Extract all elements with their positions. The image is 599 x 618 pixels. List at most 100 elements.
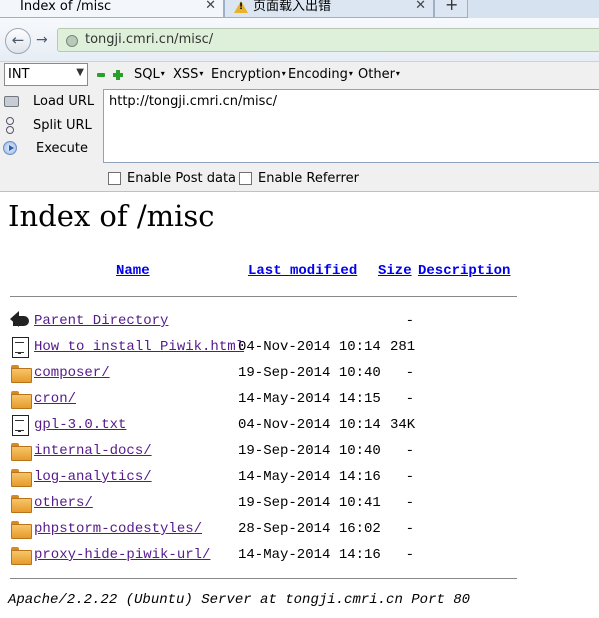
file-size: - [405, 469, 414, 485]
list-item: Parent Directory - [0, 310, 599, 334]
file-link[interactable]: gpl-3.0.txt [34, 417, 126, 433]
caret-down-icon: ▾ [348, 69, 353, 78]
globe-icon [66, 35, 78, 47]
close-tab-icon[interactable]: ✕ [205, 0, 216, 13]
file-size: 281 [390, 339, 416, 355]
list-item: cron/ 14-May-2014 14:15 - [0, 388, 599, 412]
load-url-icon [4, 96, 19, 107]
checkbox-box[interactable] [239, 172, 252, 185]
page-title: Index of /misc [8, 199, 215, 233]
plus-icon: + [445, 0, 459, 14]
xss-menu[interactable]: XSS▾ [173, 67, 203, 82]
caret-down-icon: ▾ [395, 69, 400, 78]
list-item: others/ 19-Sep-2014 10:41 - [0, 492, 599, 516]
file-size: - [405, 365, 414, 381]
caret-down-icon: ▾ [281, 69, 286, 78]
file-size: - [405, 495, 414, 511]
file-link[interactable]: composer/ [34, 365, 110, 381]
tab-index-of-misc[interactable]: Index of /misc ✕ [0, 0, 224, 18]
hackbar-url-textarea[interactable]: http://tongji.cmri.cn/misc/ [103, 89, 599, 163]
file-size: - [405, 521, 414, 537]
file-date: 14-May-2014 14:15 [238, 391, 381, 407]
folder-icon [10, 545, 32, 565]
server-signature: Apache/2.2.22 (Ubuntu) Server at tongji.… [8, 592, 471, 608]
list-item: gpl-3.0.txt 04-Nov-2014 10:14 34K [0, 414, 599, 438]
play-icon [3, 141, 17, 155]
folder-icon [10, 363, 32, 383]
file-date: 14-May-2014 14:16 [238, 547, 381, 563]
list-item: phpstorm-codestyles/ 28-Sep-2014 16:02 - [0, 518, 599, 542]
sort-by-modified-link[interactable]: Last modified [248, 263, 357, 279]
tab-page-load-error[interactable]: 页面载入出错 ✕ [224, 0, 434, 18]
file-link[interactable]: others/ [34, 495, 93, 511]
warning-icon [234, 1, 248, 13]
file-date: 19-Sep-2014 10:41 [238, 495, 381, 511]
hackbar-toolbar: INT ▼ SQL▾ XSS▾ Encryption▾ Encoding▾ Ot… [0, 62, 599, 88]
new-tab-button[interactable]: + [434, 0, 468, 18]
encoding-menu[interactable]: Encoding▾ [288, 67, 353, 82]
file-link[interactable]: cron/ [34, 391, 76, 407]
other-menu-label: Other [358, 67, 395, 82]
file-link[interactable]: proxy-hide-piwik-url/ [34, 547, 210, 563]
tab-title: 页面载入出错 [253, 0, 332, 14]
load-url-button[interactable]: Load URL [0, 91, 100, 113]
hackbar-panel: Load URL Split URL Execute http://tongji… [0, 88, 599, 192]
split-url-button[interactable]: Split URL [0, 115, 100, 137]
folder-icon [10, 441, 32, 461]
file-link[interactable]: Parent Directory [34, 313, 168, 329]
sort-by-description-link[interactable]: Description [418, 263, 510, 279]
tab-title: Index of /misc [20, 0, 112, 14]
enable-referrer-label: Enable Referrer [258, 171, 359, 186]
plus-icon[interactable] [113, 65, 123, 81]
forward-button[interactable]: → [36, 32, 48, 48]
caret-down-icon: ▾ [199, 69, 204, 78]
list-item: How to install Piwik.html 04-Nov-2014 10… [0, 336, 599, 360]
column-headers: Name Last modified Size Description [0, 263, 599, 283]
sql-menu-label: SQL [134, 67, 160, 82]
list-item: proxy-hide-piwik-url/ 14-May-2014 14:16 … [0, 544, 599, 568]
other-menu[interactable]: Other▾ [358, 67, 400, 82]
sort-by-size-link[interactable]: Size [378, 263, 412, 279]
minus-icon[interactable] [97, 73, 105, 77]
file-link[interactable]: log-analytics/ [34, 469, 152, 485]
navigation-bar: ← → tongji.cmri.cn/misc/ [0, 18, 599, 62]
chevron-down-icon: ▼ [76, 67, 84, 78]
back-icon [10, 311, 32, 331]
close-tab-icon[interactable]: ✕ [415, 0, 426, 13]
file-date: 14-May-2014 14:16 [238, 469, 381, 485]
tab-strip: Index of /misc ✕ 页面载入出错 ✕ + [0, 0, 599, 18]
file-size: 34K [390, 417, 416, 433]
file-size: - [405, 443, 414, 459]
file-link[interactable]: How to install Piwik.html [34, 339, 244, 355]
checkbox-box[interactable] [108, 172, 121, 185]
execute-button[interactable]: Execute [0, 138, 100, 160]
file-date: 04-Nov-2014 10:14 [238, 339, 381, 355]
split-url-label: Split URL [33, 118, 92, 133]
enable-post-data-label: Enable Post data [127, 171, 237, 186]
execute-label: Execute [36, 141, 88, 156]
file-date: 04-Nov-2014 10:14 [238, 417, 381, 433]
encoding-menu-label: Encoding [288, 67, 348, 82]
load-url-label: Load URL [33, 94, 95, 109]
int-select-value: INT [8, 67, 30, 82]
file-date: 28-Sep-2014 16:02 [238, 521, 381, 537]
file-icon [10, 337, 32, 358]
address-text[interactable]: tongji.cmri.cn/misc/ [85, 32, 213, 47]
sql-menu[interactable]: SQL▾ [134, 67, 165, 82]
file-link[interactable]: phpstorm-codestyles/ [34, 521, 202, 537]
back-button[interactable]: ← [5, 28, 31, 54]
file-size: - [405, 547, 414, 563]
address-bar[interactable]: tongji.cmri.cn/misc/ [57, 28, 599, 52]
int-select[interactable]: INT ▼ [4, 63, 88, 86]
folder-icon [10, 493, 32, 513]
file-icon [10, 415, 32, 436]
encryption-menu-label: Encryption [211, 67, 281, 82]
file-link[interactable]: internal-docs/ [34, 443, 152, 459]
folder-icon [10, 519, 32, 539]
sort-by-name-link[interactable]: Name [116, 263, 150, 279]
file-date: 19-Sep-2014 10:40 [238, 365, 381, 381]
file-size: - [405, 391, 414, 407]
caret-down-icon: ▾ [160, 69, 165, 78]
encryption-menu[interactable]: Encryption▾ [211, 67, 286, 82]
folder-icon [10, 389, 32, 409]
